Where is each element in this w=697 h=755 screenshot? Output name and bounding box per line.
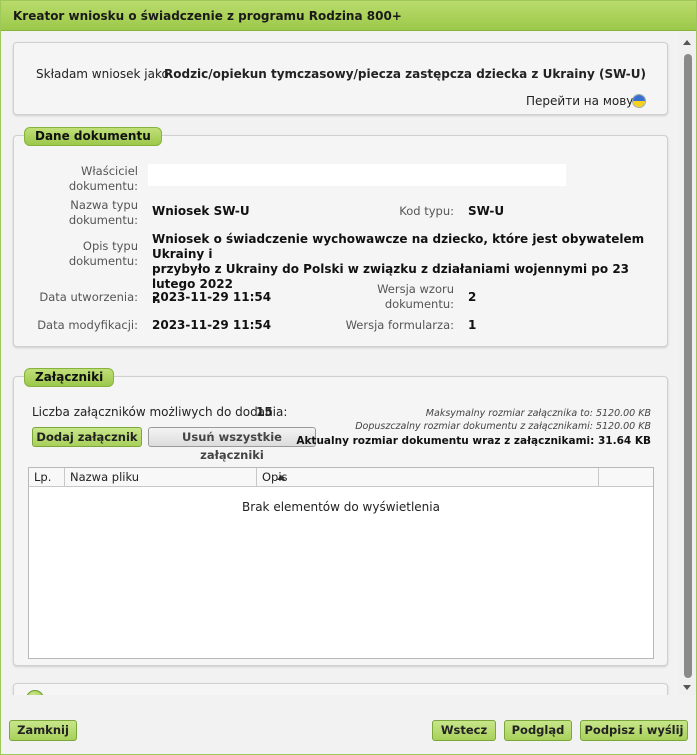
scroll-up-arrow-icon[interactable] [683, 40, 691, 45]
attachments-heading: Załączniki [24, 368, 115, 387]
template-version-label: Wersja wzoru dokumentu: [377, 282, 454, 311]
form-version-value: 1 [468, 318, 477, 332]
vertical-scrollbar[interactable] [679, 32, 696, 695]
modified-value: 2023-11-29 11:54 [152, 318, 272, 332]
info-panel [13, 683, 668, 695]
remove-all-attachments-button[interactable]: Usuń wszystkie załączniki [148, 427, 316, 462]
attachments-count-label: Liczba załączników możliwych do dodania: [32, 405, 288, 419]
wizard-footer: Zamknij Wstecz Podgląd Podpisz i wyślij [1, 696, 696, 754]
column-header-description[interactable]: Opis [257, 468, 599, 487]
preview-button[interactable]: Podgląd [504, 720, 572, 741]
created-value: 2023-11-29 11:54 [152, 290, 272, 304]
attachments-panel: Załączniki Liczba załączników możliwych … [13, 368, 668, 666]
column-header-spacer [599, 468, 653, 487]
wizard-window: Kreator wniosku o świadczenie z programu… [0, 0, 697, 755]
close-button[interactable]: Zamknij [9, 720, 77, 741]
scrollbar-thumb[interactable] [684, 54, 692, 678]
attachments-table-header: Lp. Nazwa pliku Opis [29, 468, 653, 487]
owner-value [148, 164, 566, 186]
wizard-content[interactable]: Składam wniosek jako: Rodzic/opiekun tym… [1, 32, 678, 695]
document-data-panel: Dane dokumentu Właściciel dokumentu: Nazw… [13, 127, 668, 347]
window-title: Kreator wniosku o świadczenie z programu… [13, 9, 402, 23]
window-titlebar: Kreator wniosku o świadczenie z programu… [1, 1, 696, 31]
form-version-label: Wersja formularza: [345, 318, 454, 332]
description-label: Opis typu dokumentu: [68, 239, 138, 268]
column-header-number[interactable]: Lp. [29, 468, 65, 487]
document-data-heading: Dane dokumentu [24, 127, 162, 146]
type-name-value: Wniosek SW-U [152, 204, 250, 218]
sign-and-send-button[interactable]: Podpisz i wyślij [580, 720, 688, 741]
scroll-down-arrow-icon[interactable] [683, 685, 691, 690]
attachments-table: Lp. Nazwa pliku Opis Brak elementów do w… [28, 467, 654, 659]
attachments-count-value: 15 [256, 405, 273, 419]
ukraine-flag-icon[interactable] [632, 94, 646, 108]
switch-language-label: Перейти на мову: [526, 94, 638, 108]
applicant-value: Rodzic/opiekun tymczasowy/piecza zastępc… [164, 67, 646, 81]
type-code-value: SW-U [468, 204, 505, 218]
allowed-document-size: Dopuszczalny rozmiar dokumentu z załączn… [355, 421, 651, 432]
applicant-label: Składam wniosek jako: [36, 67, 173, 81]
created-label: Data utworzenia: [39, 290, 138, 304]
add-attachment-button[interactable]: Dodaj załącznik [32, 427, 142, 447]
max-attachment-size: Maksymalny rozmiar załącznika to: 5120.0… [425, 408, 651, 419]
type-name-label: Nazwa typu dokumentu: [68, 198, 138, 227]
current-document-size: Aktualny rozmiar dokumentu wraz z załącz… [296, 435, 651, 447]
column-header-file-name[interactable]: Nazwa pliku [65, 468, 285, 487]
applicant-panel: Składam wniosek jako: Rodzic/opiekun tym… [13, 42, 668, 115]
empty-table-message: Brak elementów do wyświetlenia [242, 500, 440, 514]
type-code-label: Kod typu: [399, 204, 454, 218]
back-button[interactable]: Wstecz [432, 720, 496, 741]
owner-label: Właściciel dokumentu: [68, 164, 138, 193]
template-version-value: 2 [468, 290, 477, 304]
modified-label: Data modyfikacji: [37, 318, 138, 332]
info-bulb-icon [26, 690, 44, 695]
